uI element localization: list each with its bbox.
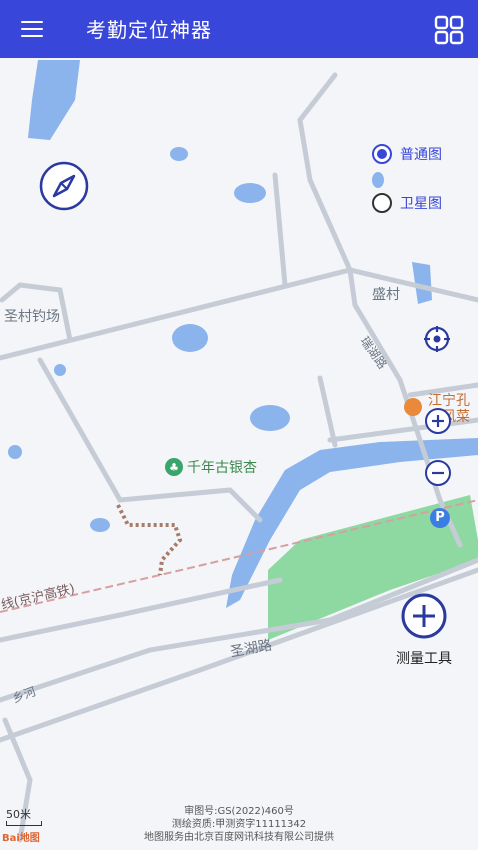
- menu-icon[interactable]: [16, 16, 50, 42]
- copyright-line-3: 地图服务由北京百度网讯科技有限公司提供: [144, 832, 334, 843]
- pond-shape: [170, 147, 188, 161]
- grid-icon[interactable]: [434, 15, 464, 45]
- map-label-shengcun: 盛村: [372, 287, 400, 303]
- layer-satellite-label: 卫星图: [400, 196, 442, 212]
- measure-tool-button[interactable]: 测量工具: [388, 592, 460, 668]
- radio-unselected-icon[interactable]: [372, 193, 392, 213]
- locate-icon[interactable]: [422, 324, 452, 354]
- layer-option-satellite[interactable]: 卫星图: [372, 193, 442, 213]
- plus-icon[interactable]: [400, 592, 448, 640]
- pond-shape: [172, 324, 208, 352]
- zoom-in-icon[interactable]: [423, 406, 453, 436]
- trail-line: [116, 504, 183, 576]
- pond-shape: [8, 445, 22, 459]
- tree-icon: ♣: [165, 458, 183, 476]
- parking-icon[interactable]: P: [430, 508, 450, 528]
- poi-marker-icon[interactable]: [404, 398, 422, 416]
- layer-option-normal[interactable]: 普通图: [372, 144, 442, 164]
- map-label-fishing: 圣村钓场: [4, 309, 60, 325]
- radio-selected-icon[interactable]: [372, 144, 392, 164]
- app-bar: 考勤定位神器: [0, 0, 478, 58]
- zoom-out-icon[interactable]: [423, 458, 453, 488]
- page-title: 考勤定位神器: [86, 18, 212, 42]
- poi-ginkgo-label: 千年古银杏: [187, 460, 257, 476]
- pond-shape: [90, 518, 110, 532]
- pond-shape: [54, 364, 66, 376]
- lake-shape: [28, 60, 80, 140]
- compass-icon[interactable]: [38, 160, 90, 212]
- pond-shape: [250, 405, 290, 431]
- measure-tool-label: 测量工具: [396, 651, 452, 667]
- poi-ginkgo[interactable]: ♣ 千年古银杏: [165, 457, 257, 477]
- layer-normal-label: 普通图: [400, 147, 442, 163]
- pond-shape: [234, 183, 266, 203]
- pond-shape: [372, 172, 384, 188]
